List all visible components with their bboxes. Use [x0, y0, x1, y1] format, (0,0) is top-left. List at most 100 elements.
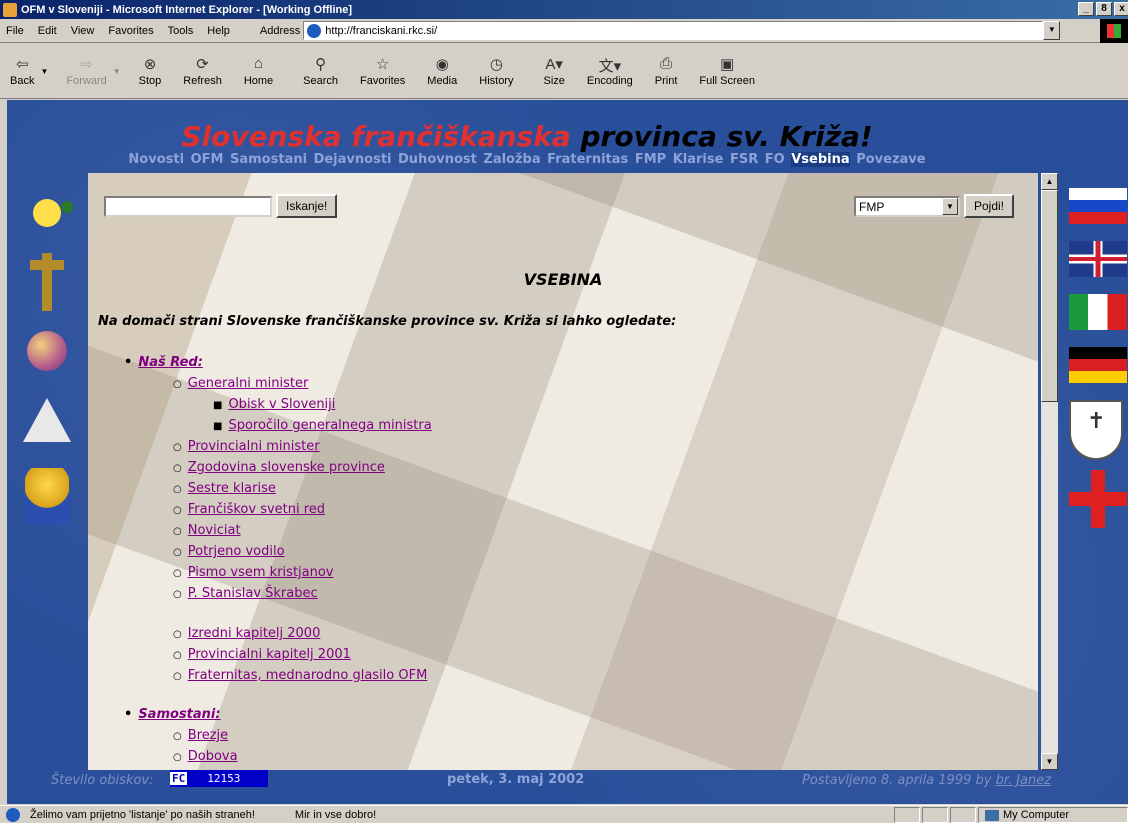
refresh-button[interactable]: ⟳ Refresh [183, 55, 222, 87]
item-label: Izredni kapitelj 2000 [187, 626, 321, 641]
item-label: Obisk v Sloveniji [228, 397, 336, 412]
back-arrow-icon: ⇦ [15, 56, 29, 73]
maximize-button[interactable]: 8 [1096, 2, 1112, 16]
encoding-button[interactable]: 文▾ Encoding [587, 55, 633, 87]
nav-fraternitas[interactable]: Fraternitas [547, 152, 628, 167]
forward-button[interactable]: ⇨ Forward [66, 55, 106, 87]
list-item[interactable]: ○ Frančiškov svetni red [173, 502, 325, 517]
left-icon-5[interactable] [17, 461, 77, 531]
search-icon: ⚲ [315, 56, 327, 73]
search-button[interactable]: ⚲ Search [303, 55, 338, 87]
frame-scrollbar[interactable]: ▲ ▼ [1041, 173, 1058, 770]
menu-favorites[interactable]: Favorites [108, 25, 153, 37]
list-item[interactable]: ○ Generalni minister [173, 376, 308, 391]
refresh-icon: ⟳ [196, 56, 209, 73]
nav-klarise[interactable]: Klarise [673, 152, 724, 167]
media-button[interactable]: ◉ Media [427, 55, 457, 87]
menu-view[interactable]: View [71, 25, 95, 37]
home-icon: ⌂ [253, 55, 264, 72]
nav-povezave[interactable]: Povezave [856, 152, 925, 167]
list-item[interactable]: ○ Sestre klarise [173, 481, 276, 496]
favorites-button[interactable]: ☆ Favorites [360, 55, 405, 87]
forward-dropdown-icon[interactable]: ▼ [113, 67, 121, 76]
franciscan-shield-icon[interactable] [1069, 400, 1123, 460]
stop-label: Stop [138, 75, 162, 87]
minimize-button[interactable]: _ [1078, 2, 1094, 16]
back-button[interactable]: ⇦ Back [10, 55, 34, 87]
back-dropdown-icon[interactable]: ▼ [40, 67, 48, 76]
nav-dejavnosti[interactable]: Dejavnosti [314, 152, 392, 167]
nav-vsebina[interactable]: Vsebina [791, 152, 850, 167]
left-icon-2[interactable] [17, 251, 77, 312]
left-icon-4[interactable] [17, 392, 77, 447]
italian-flag-icon[interactable] [1069, 294, 1127, 330]
right-icon-column [1069, 188, 1127, 528]
list-item[interactable]: ■ Obisk v Sloveniji [213, 397, 335, 412]
size-button[interactable]: A▾ Size [543, 55, 564, 87]
address-label: Address [259, 24, 301, 37]
nav-fo[interactable]: FO [765, 152, 785, 167]
menu-tools[interactable]: Tools [168, 25, 194, 37]
nav-fmp[interactable]: FMP [635, 152, 666, 167]
list-item[interactable]: ○ Noviciat [173, 523, 241, 538]
go-button[interactable]: Pojdi! [964, 194, 1015, 218]
list-item[interactable]: ○ Fraternitas, mednarodno glasilo OFM [173, 668, 427, 683]
jerusalem-cross-icon[interactable] [1069, 470, 1127, 528]
scroll-down-button[interactable]: ▼ [1041, 753, 1058, 770]
menu-edit[interactable]: Edit [38, 25, 57, 37]
crucifix-icon [30, 251, 64, 312]
list-item[interactable]: ○ Izredni kapitelj 2000 [173, 626, 320, 641]
refresh-label: Refresh [183, 75, 222, 87]
nav-ofm[interactable]: OFM [191, 152, 224, 167]
home-button[interactable]: ⌂ Home [244, 55, 273, 87]
fullscreen-button[interactable]: ▣ Full Screen [699, 55, 755, 87]
fullscreen-label: Full Screen [699, 75, 756, 87]
papal-coat-of-arms-icon [25, 468, 69, 524]
list-item[interactable]: ○ Potrjeno vodilo [173, 544, 285, 559]
uk-flag-icon[interactable] [1069, 241, 1127, 277]
author-link[interactable]: br. Janez [996, 773, 1052, 788]
list-item[interactable]: ○ Dobova [173, 749, 238, 764]
status-cells: My Computer [892, 807, 1128, 823]
site-search-button[interactable]: Iskanje! [276, 194, 338, 218]
status-cell [894, 807, 920, 823]
history-button[interactable]: ◷ History [479, 55, 513, 87]
list-item[interactable]: ○ Brezje [173, 728, 228, 743]
list-item[interactable]: ○ Provincialni minister [173, 439, 320, 454]
section-nas-red[interactable]: Naš Red: [124, 355, 203, 370]
list-item[interactable]: ○ Pismo vsem kristjanov [173, 565, 334, 580]
window-controls: _ 8 x [1078, 2, 1128, 16]
stop-button[interactable]: ⊗ Stop [139, 55, 162, 87]
section-samostani[interactable]: Samostani: [124, 707, 220, 722]
nav-samostani[interactable]: Samostani [230, 152, 307, 167]
menu-file[interactable]: File [6, 25, 24, 37]
close-button[interactable]: x [1114, 2, 1128, 16]
scroll-thumb[interactable] [1041, 190, 1058, 402]
left-icon-1[interactable] [17, 185, 77, 240]
nav-duhovnost[interactable]: Duhovnost [398, 152, 477, 167]
item-label: Frančiškov svetni red [187, 502, 326, 517]
left-icon-3[interactable] [17, 323, 77, 378]
window-title: OFM v Sloveniji - Microsoft Internet Exp… [21, 3, 353, 16]
nav-fsr[interactable]: FSR [730, 152, 758, 167]
menu-help[interactable]: Help [207, 25, 230, 37]
print-button[interactable]: ⎙ Print [655, 55, 678, 87]
slovenian-flag-icon[interactable] [1069, 188, 1127, 224]
list-item[interactable]: ○ P. Stanislav Škrabec [173, 586, 318, 601]
intro-text: Na domači strani Slovenske frančiškanske… [98, 314, 677, 329]
section-select[interactable]: FMP ▼ [854, 196, 960, 217]
nav-novosti[interactable]: Novosti [128, 152, 184, 167]
list-item[interactable]: ○ Provincialni kapitelj 2001 [173, 647, 351, 662]
address-dropdown-button[interactable]: ▼ [1043, 21, 1061, 40]
item-label: P. Stanislav Škrabec [187, 586, 318, 601]
scroll-up-button[interactable]: ▲ [1041, 173, 1058, 190]
address-input[interactable]: http://franciskani.rkc.si/ [303, 21, 1044, 40]
list-item[interactable]: ○ Zgodovina slovenske province [173, 460, 385, 475]
german-flag-icon[interactable] [1069, 347, 1127, 383]
counter-badge: FC [170, 772, 188, 785]
status-message-2: Mir in vse dobro! [294, 808, 377, 821]
nav-zalozba[interactable]: Založba [483, 152, 540, 167]
site-search-input[interactable] [104, 196, 272, 217]
search-label: Search [303, 75, 339, 87]
list-item[interactable]: ■ Sporočilo generalnega ministra [213, 418, 432, 433]
